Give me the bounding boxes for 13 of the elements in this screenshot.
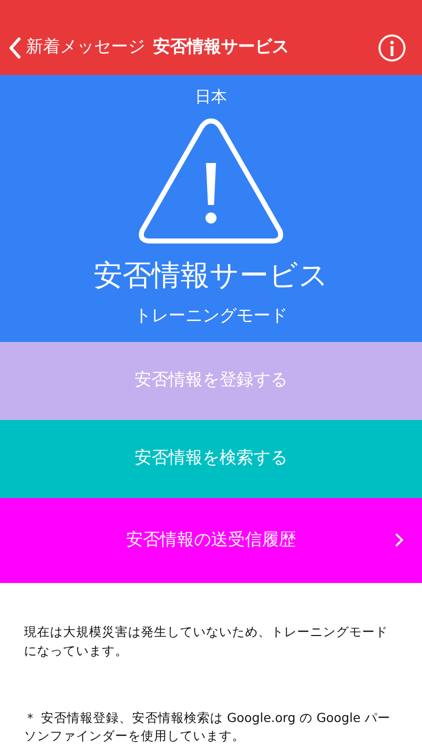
menu-button[interactable]: 安否情報を登録する	[0, 342, 422, 420]
nav-title: 安否情報サービス	[153, 36, 289, 59]
chevron-icon	[394, 532, 404, 548]
service-title: 安否情報サービス	[94, 257, 328, 294]
footnote-text: ＊ 安否情報登録、安否情報検索は Google.org の Google パーソンファインダーを使用しています。	[24, 708, 392, 746]
mode-label: トレーニングモード	[134, 304, 288, 328]
back-button[interactable]: 新着メッセージ	[8, 34, 145, 60]
back-icon	[8, 36, 22, 58]
notice-text: 現在は大規模災害は発生していないため、トレーニングモードになっています。	[24, 623, 389, 660]
region-label: 日本	[195, 86, 227, 108]
menu-button[interactable]: 安否情報の送受信履歴	[0, 498, 422, 583]
menu-button[interactable]: 安否情報を検索する	[0, 420, 422, 498]
info-icon[interactable]	[378, 34, 406, 62]
